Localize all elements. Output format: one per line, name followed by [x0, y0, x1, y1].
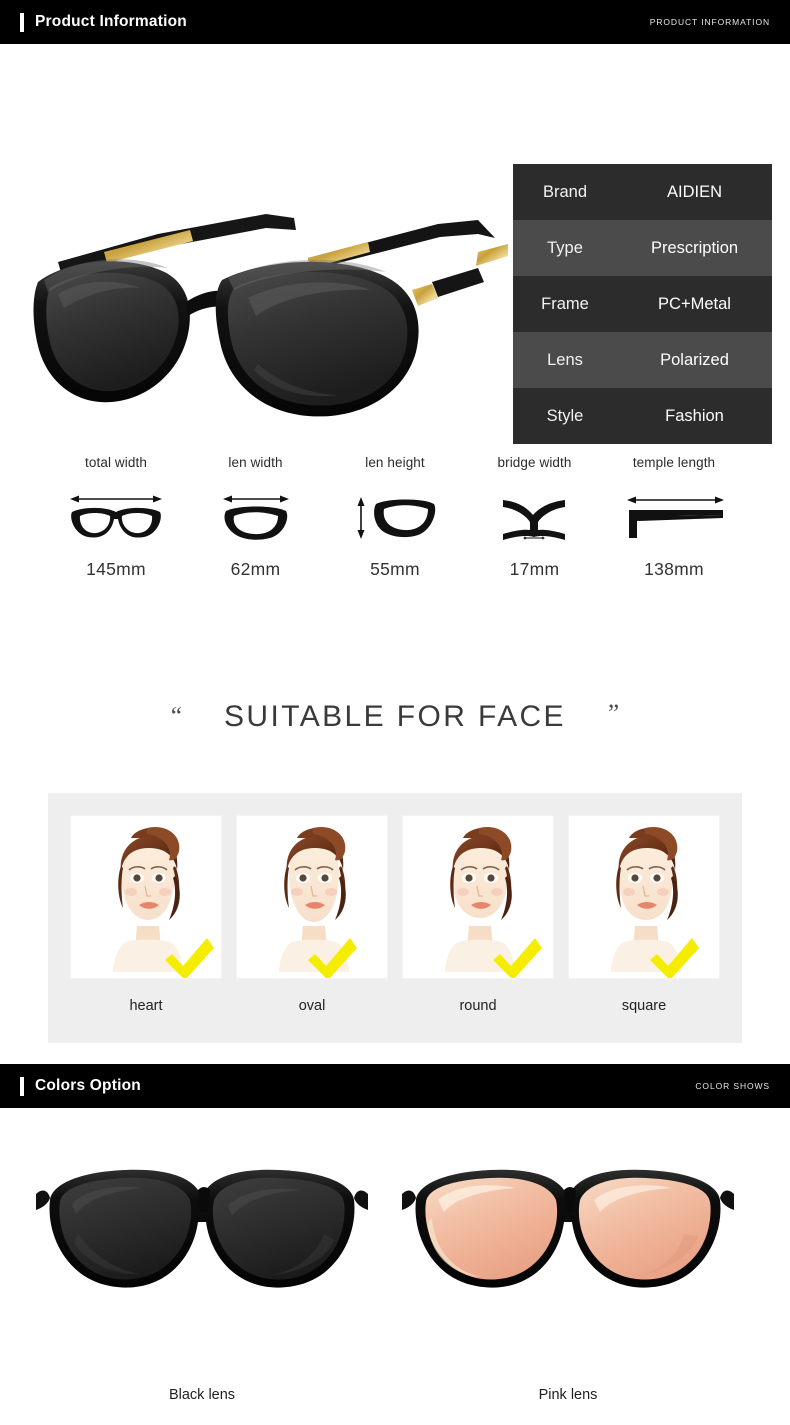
- spec-key: Type: [547, 238, 583, 257]
- measurement-len-height: len height 55mm: [327, 455, 463, 620]
- colors-section-title: Colors Option: [35, 1077, 141, 1094]
- face-option-square[interactable]: square: [568, 815, 720, 1014]
- measurement-value: 138mm: [644, 559, 704, 579]
- table-row: Frame PC+Metal: [513, 276, 772, 332]
- face-card[interactable]: [568, 815, 720, 979]
- color-label: Pink lens: [538, 1387, 598, 1403]
- page-title: Product Information: [35, 13, 187, 30]
- measurement-label: len height: [365, 455, 425, 470]
- measurement-value: 145mm: [86, 559, 146, 579]
- quote-close-icon: ”: [607, 700, 620, 727]
- color-option-pink[interactable]: Pink lens: [398, 1138, 738, 1403]
- measurement-temple-length: temple length 138mm: [606, 455, 742, 620]
- table-row: Type Prescription: [513, 220, 772, 276]
- spec-key: Frame: [541, 294, 589, 313]
- measurement-label: total width: [85, 455, 147, 470]
- face-illustration-round: [445, 826, 542, 978]
- spec-value: AIDIEN: [666, 182, 722, 201]
- hero-section: Brand AIDIEN Type Prescription Frame PC+…: [0, 44, 790, 444]
- face-option-oval[interactable]: oval: [236, 815, 388, 1014]
- colors-header-subtitle: COLOR SHOWS: [695, 1081, 770, 1091]
- spec-key: Brand: [542, 182, 588, 201]
- product-photo-pink-lens: [402, 1169, 734, 1288]
- face-label: square: [621, 998, 667, 1014]
- face-shapes-panel: heart oval round square: [48, 793, 742, 1043]
- specification-table: Brand AIDIEN Type Prescription Frame PC+…: [513, 164, 772, 444]
- measurement-value: 17mm: [509, 559, 560, 579]
- measurement-value: 62mm: [230, 559, 281, 579]
- header-subtitle: PRODUCT INFORMATION: [649, 17, 770, 27]
- face-label: round: [459, 998, 497, 1014]
- measurement-total-width: total width 145mm: [48, 455, 184, 620]
- product-photo-black-lens: [36, 1169, 368, 1288]
- bridge-width-icon: [495, 489, 575, 545]
- spec-value: Prescription: [650, 238, 739, 257]
- quote-open-icon: “: [170, 703, 182, 730]
- face-card[interactable]: [236, 815, 388, 979]
- face-illustration-square: [611, 826, 699, 978]
- measurement-label: temple length: [632, 455, 716, 470]
- spec-key: Style: [546, 406, 584, 425]
- color-options-section: Black lens Pink lens: [0, 1108, 790, 1425]
- measurement-label: bridge width: [497, 455, 572, 470]
- measurement-bridge-width: bridge width 17mm: [467, 455, 603, 620]
- measurement-label: len width: [228, 455, 283, 470]
- lens-width-icon: [216, 489, 296, 545]
- product-information-header: Product Information PRODUCT INFORMATION: [0, 0, 790, 44]
- face-option-round[interactable]: round: [402, 815, 554, 1014]
- section-heading-text: SUITABLE FOR FACE: [224, 700, 566, 733]
- header-accent-bar: [20, 12, 24, 32]
- temple-length-icon: [619, 489, 729, 545]
- table-row: Brand AIDIEN: [513, 164, 772, 220]
- face-label: oval: [298, 998, 326, 1014]
- color-option-black[interactable]: Black lens: [32, 1138, 372, 1403]
- measurement-len-width: len width 62mm: [188, 455, 324, 620]
- colors-option-header: Colors Option COLOR SHOWS: [0, 1064, 790, 1108]
- face-option-heart[interactable]: heart: [70, 815, 222, 1014]
- face-card[interactable]: [402, 815, 554, 979]
- face-illustration-heart: [113, 826, 214, 978]
- lens-height-icon: [350, 489, 440, 545]
- measurements-row: total width 145mm len width 62mm len hei…: [0, 455, 790, 620]
- table-row: Style Fashion: [513, 388, 772, 444]
- spec-value: PC+Metal: [658, 294, 731, 313]
- face-illustration-oval: [279, 826, 357, 978]
- face-card[interactable]: [70, 815, 222, 979]
- color-label: Black lens: [168, 1387, 236, 1403]
- spec-key: Lens: [547, 350, 583, 369]
- header-accent-bar: [20, 1076, 24, 1096]
- product-photo-sunglasses-angled: [33, 214, 508, 417]
- face-label: heart: [129, 998, 163, 1014]
- suitable-for-face-heading: “ SUITABLE FOR FACE ”: [0, 700, 790, 734]
- spec-value: Polarized: [660, 350, 729, 369]
- measurement-value: 55mm: [370, 559, 420, 579]
- table-row: Lens Polarized: [513, 332, 772, 388]
- spec-value: Fashion: [665, 406, 724, 425]
- full-frame-width-icon: [66, 489, 166, 545]
